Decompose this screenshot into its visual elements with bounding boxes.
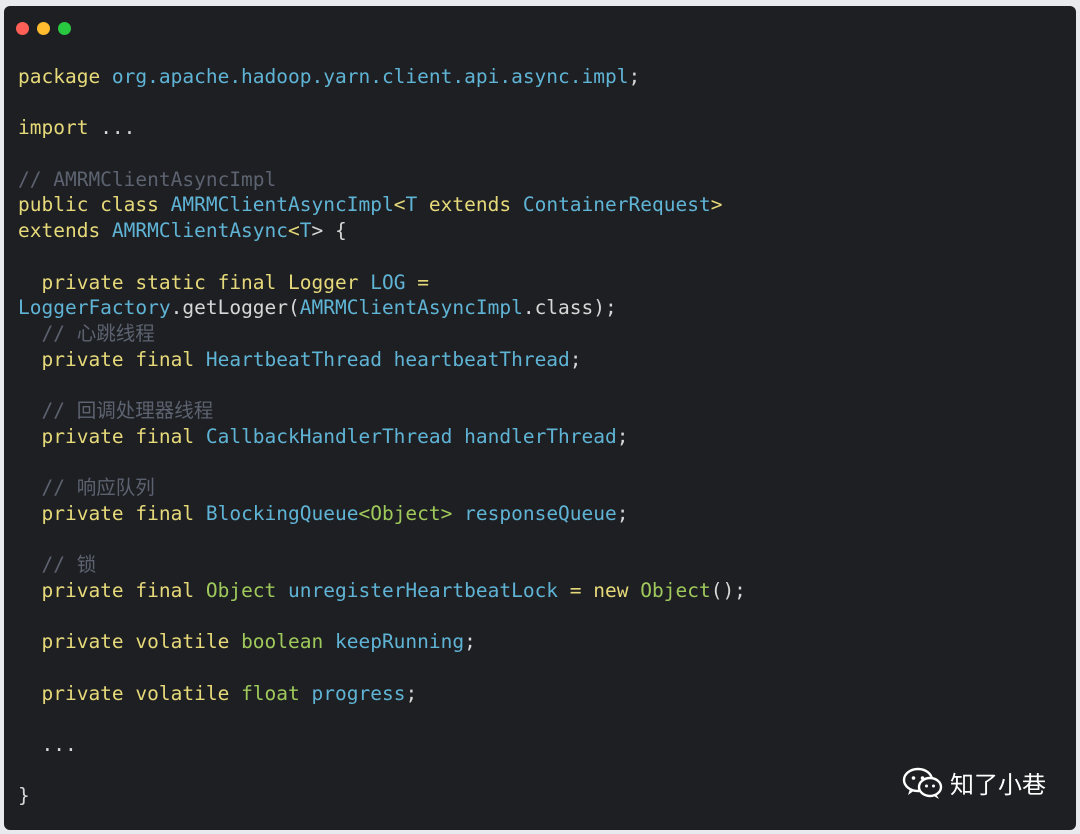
code-block: package org.apache.hadoop.yarn.client.ap… (18, 64, 1066, 809)
code-token: private final (18, 424, 206, 448)
code-token: ... (18, 732, 77, 756)
code-token: ContainerRequest (522, 193, 711, 217)
code-token: HeartbeatThread heartbeatThread (205, 347, 570, 371)
code-token: ... (100, 116, 136, 140)
wechat-icon (902, 767, 943, 799)
code-token: float (241, 681, 312, 705)
code-token: boolean (241, 630, 335, 654)
code-token: .getLogger( (170, 296, 300, 320)
code-token: ; (616, 424, 629, 448)
code-line: public class AMRMClientAsyncImpl<T exten… (18, 192, 1066, 218)
code-token: } (18, 784, 30, 808)
code-token: ; (464, 630, 476, 654)
code-token: public class (18, 193, 171, 217)
code-line: // 回调处理器线程 (18, 398, 1066, 424)
code-token: Object (640, 578, 711, 602)
code-token: unregisterHeartbeatLock (288, 578, 570, 602)
code-token: CallbackHandlerThread handlerThread (205, 424, 617, 448)
code-token: extends (428, 193, 523, 217)
code-token: AMRMClientAsyncImpl (170, 193, 394, 217)
code-token: = (417, 270, 429, 294)
code-token: progress (311, 681, 406, 705)
code-line: import ... (18, 115, 1066, 141)
code-token: // AMRMClientAsyncImpl (18, 167, 277, 191)
code-line: private static final Logger LOG = (18, 270, 1066, 296)
code-token: LOG (370, 270, 418, 294)
code-line: private final HeartbeatThread heartbeatT… (18, 347, 1066, 373)
code-token: package (18, 65, 112, 88)
code-token: < (288, 219, 300, 243)
code-token: org.apache.hadoop.yarn.client.api.async.… (111, 65, 629, 88)
code-token: private final (18, 347, 206, 371)
code-token: // 心跳线程 (18, 321, 155, 345)
code-line: private volatile boolean keepRunning; (18, 629, 1066, 655)
zoom-icon[interactable] (58, 22, 71, 35)
code-token: ; (569, 347, 582, 371)
code-token: keepRunning (334, 630, 465, 654)
code-token: T (299, 219, 312, 243)
code-token: private static final (18, 270, 289, 294)
code-token: ; (405, 681, 418, 705)
code-window: package org.apache.hadoop.yarn.client.ap… (4, 6, 1076, 830)
code-token: > { (311, 219, 347, 243)
code-token: private volatile (18, 630, 242, 654)
code-token: new (593, 578, 641, 602)
code-token: // 响应队列 (18, 476, 155, 499)
code-token: // 回调处理器线程 (18, 398, 214, 422)
code-token: T (405, 193, 429, 217)
code-line: extends AMRMClientAsync<T> { (18, 218, 1066, 244)
code-token: ; (628, 65, 641, 88)
code-token: Logger (288, 270, 371, 294)
code-token: responseQueue (464, 501, 617, 525)
watermark-text: 知了小巷 (950, 771, 1046, 799)
code-token: extends (18, 219, 112, 243)
code-token: <Object> (358, 501, 465, 525)
window-controls (16, 22, 71, 35)
code-line: private final BlockingQueue<Object> resp… (18, 501, 1066, 527)
code-token: import (18, 116, 101, 140)
close-icon[interactable] (16, 22, 29, 35)
code-line: private final Object unregisterHeartbeat… (18, 578, 1066, 604)
code-token: private final (18, 578, 206, 602)
code-line: private final CallbackHandlerThread hand… (18, 424, 1066, 450)
code-token: private final (18, 501, 206, 525)
code-token: ; (616, 501, 629, 525)
code-line: // 心跳线程 (18, 321, 1066, 347)
code-token: (); (710, 578, 746, 602)
screenshot-frame: package org.apache.hadoop.yarn.client.ap… (0, 0, 1080, 834)
code-token: AMRMClientAsync (111, 219, 289, 243)
code-line: ... (18, 732, 1066, 758)
code-line: LoggerFactory.getLogger(AMRMClientAsyncI… (18, 295, 1066, 321)
code-token: LoggerFactory (18, 296, 171, 320)
code-token: .class); (522, 296, 617, 320)
code-token: AMRMClientAsyncImpl (299, 296, 523, 320)
code-line: // AMRMClientAsyncImpl (18, 167, 1066, 193)
code-token: BlockingQueue (205, 501, 359, 525)
code-token: private volatile (18, 681, 242, 705)
code-token: = (569, 578, 594, 602)
minimize-icon[interactable] (37, 22, 50, 35)
code-token: // 锁 (18, 553, 97, 577)
code-token: Object (205, 578, 289, 602)
code-line: package org.apache.hadoop.yarn.client.ap… (18, 64, 1066, 90)
code-line: private volatile float progress; (18, 681, 1066, 707)
code-line: // 响应队列 (18, 475, 1066, 501)
watermark: 知了小巷 (902, 765, 1046, 800)
code-line: // 锁 (18, 552, 1066, 578)
code-token: > (710, 193, 723, 217)
code-token: < (393, 193, 406, 217)
